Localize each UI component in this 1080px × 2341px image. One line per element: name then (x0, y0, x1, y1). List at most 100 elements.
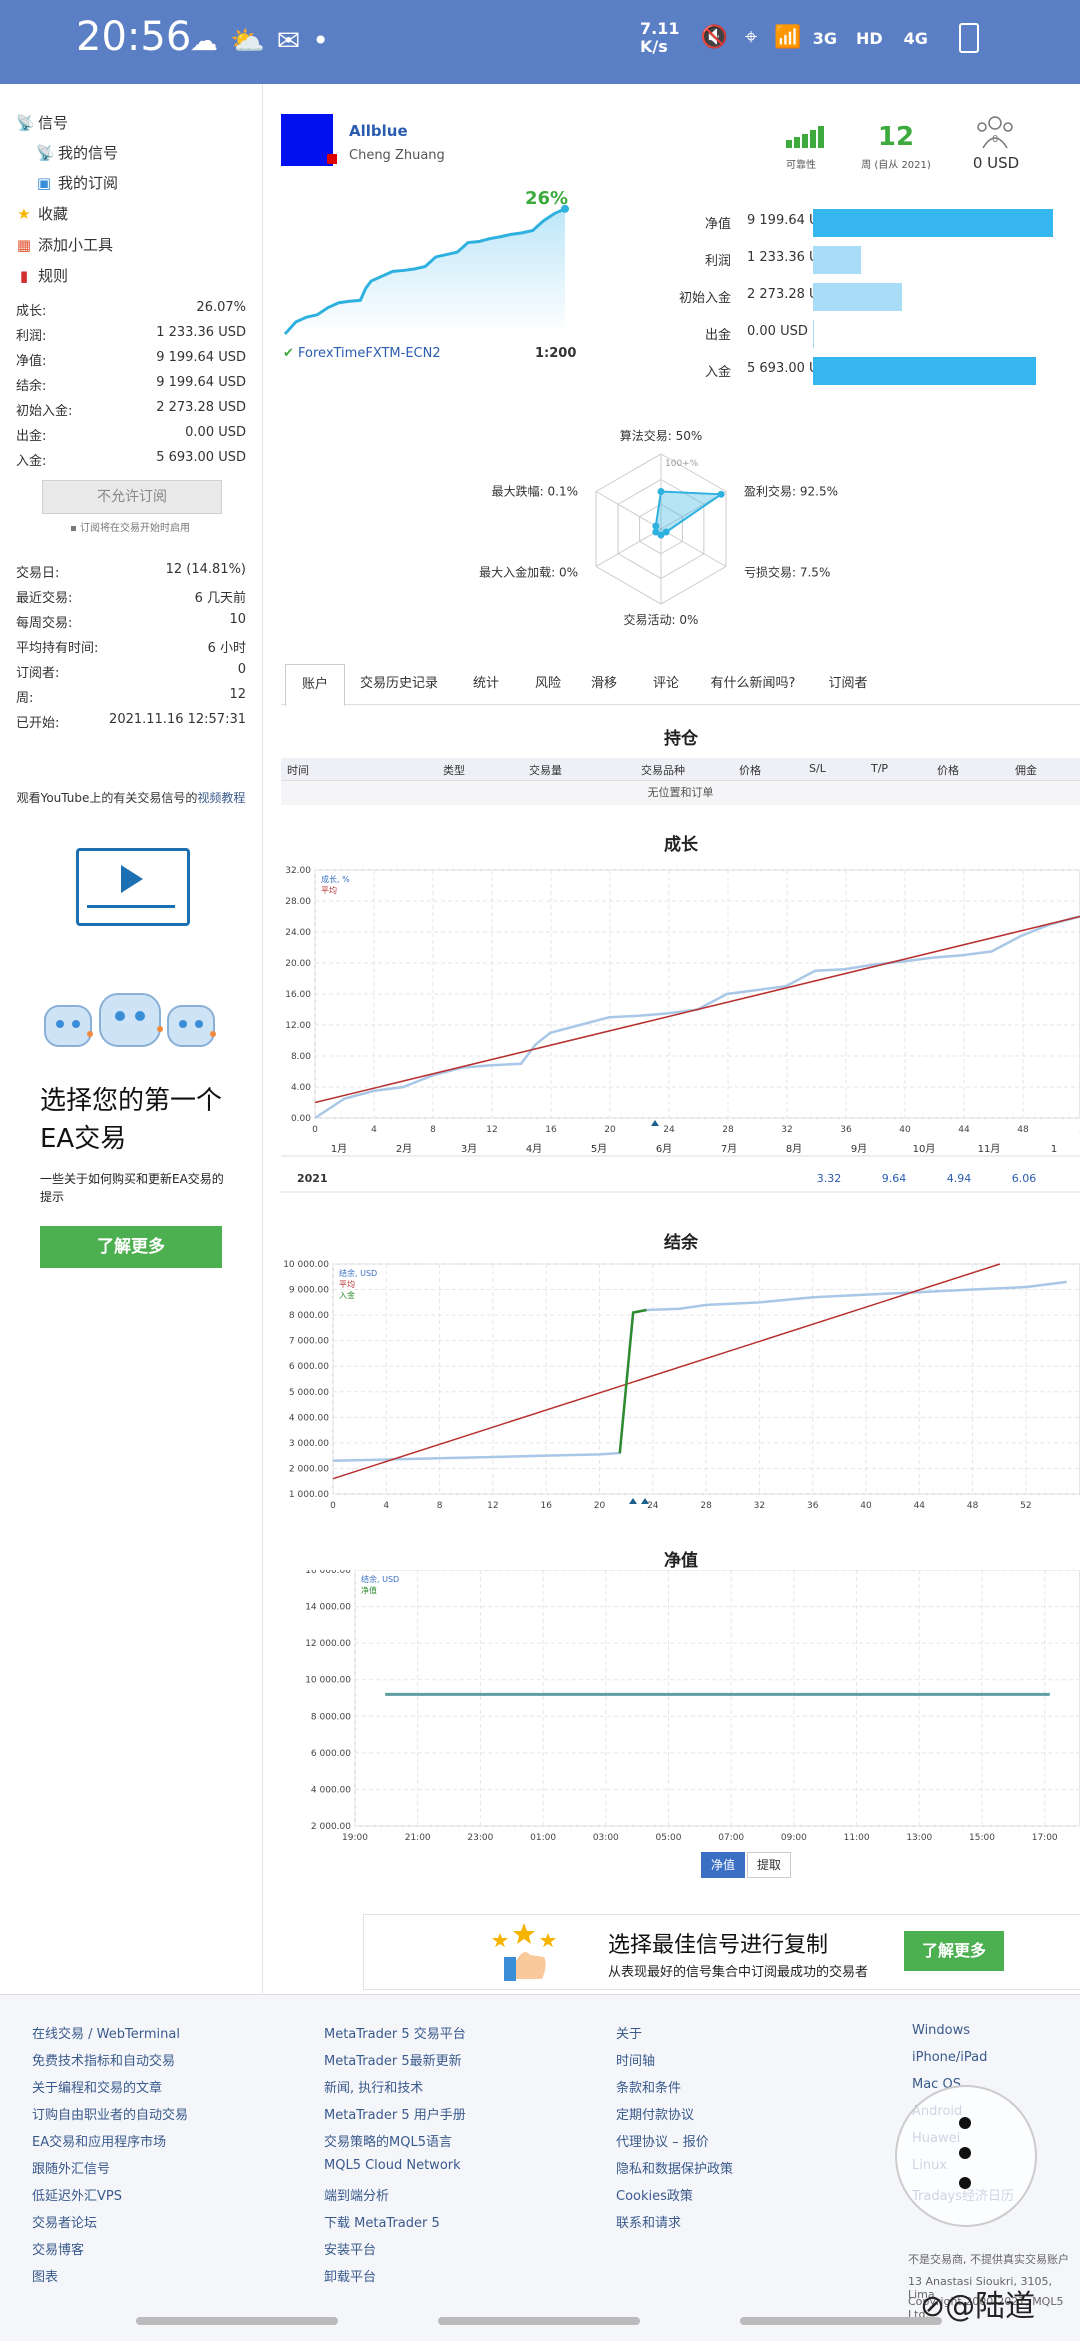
flag-icon (327, 154, 337, 164)
tab-1[interactable]: 交易历史记录 (349, 664, 449, 704)
chart-x-tick: 05:00 (656, 1833, 682, 1843)
footer-link[interactable]: iPhone/iPad (912, 2050, 987, 2065)
tab-3[interactable]: 风险 (523, 664, 573, 704)
summary-label: 入金 (704, 365, 731, 380)
footer-link[interactable]: 卸载平台 (324, 2266, 376, 2285)
footer-link[interactable]: MetaTrader 5 用户手册 (324, 2104, 466, 2123)
nav-pill-center[interactable] (438, 2317, 640, 2325)
sidebar-stat-row: 订阅者: 0 (16, 662, 246, 681)
nav-signals[interactable]: 📡 信号 (16, 112, 68, 133)
chart-y-tick: 16.00 (285, 990, 311, 1000)
footer-link[interactable]: 条款和条件 (616, 2077, 681, 2096)
tab-7[interactable]: 订阅者 (817, 664, 879, 704)
video-player-icon[interactable] (76, 848, 190, 926)
equity-toggle-button[interactable]: 净值 (701, 1852, 745, 1878)
chart-y-tick: 4.00 (291, 1083, 311, 1093)
reliability-label: 可靠性 (786, 160, 816, 171)
footer-link[interactable]: 关于 (616, 2023, 642, 2042)
nav-favorites[interactable]: ★ 收藏 (16, 203, 68, 224)
footer-link[interactable]: 订购自由职业者的自动交易 (32, 2104, 188, 2123)
growth-chart: 0.00 4.00 8.00 12.00 16.00 20.00 24.00 28.00 32.… (281, 854, 1080, 1155)
chart-x-tick: 01:00 (530, 1833, 556, 1843)
month-label: 7月 (721, 1143, 737, 1154)
chart-y-tick: 12 000.00 (305, 1639, 351, 1649)
footer-link[interactable]: 低延迟外汇VPS (32, 2185, 122, 2204)
footer-link[interactable]: Cookies政策 (616, 2185, 693, 2204)
radar-label: 盈利交易: 92.5% (744, 484, 838, 499)
nav-add-widget[interactable]: ▦ 添加小工具 (16, 234, 113, 255)
bookmark-icon: ▮ (19, 267, 29, 285)
tab-4[interactable]: 滑移 (581, 664, 627, 704)
subscribe-disabled-button[interactable]: 不允许订阅 (42, 480, 222, 514)
sidebar-stat-row: 入金: 5 693.00 USD (16, 450, 246, 469)
footer-link[interactable]: 端到端分析 (324, 2185, 389, 2204)
footer-link[interactable]: 在线交易 / WebTerminal (32, 2023, 180, 2042)
footer-link[interactable]: 新闻, 执行和技术 (324, 2077, 423, 2096)
mute-icon: 🔇 (700, 25, 728, 50)
chart-x-tick: 0 (330, 1501, 336, 1511)
footer-link[interactable]: 交易者论坛 (32, 2212, 97, 2231)
robots-illustration (40, 984, 220, 1064)
footer-link[interactable]: MQL5 Cloud Network (324, 2158, 461, 2173)
mini-growth-area (285, 208, 565, 334)
nav-pill-right[interactable] (740, 2317, 942, 2325)
summary-bar-fill (813, 320, 814, 348)
chart-x-tick: 20 (604, 1125, 616, 1135)
broker-server[interactable]: ✔ ForexTimeFXTM-ECN2 (283, 346, 441, 361)
subscribe-note: ▪ 订阅将在交易开始时启用 (70, 523, 190, 534)
signal-author[interactable]: Cheng Zhuang (349, 148, 445, 163)
promo-learn-more-button[interactable]: 了解更多 (40, 1226, 222, 1268)
footer-link[interactable]: MetaTrader 5最新更新 (324, 2050, 462, 2069)
stat-value: 12 (14.81%) (165, 562, 246, 577)
stat-value: 1 233.36 USD (156, 325, 246, 340)
chart-x-tick: 32 (754, 1501, 765, 1511)
footer-link[interactable]: 代理协议 – 报价 (616, 2131, 709, 2150)
nav-my-subscriptions[interactable]: ▣ 我的订阅 (36, 172, 118, 193)
footer-link[interactable]: 定期付款协议 (616, 2104, 694, 2123)
footer-link[interactable]: EA交易和应用程序市场 (32, 2131, 166, 2150)
footer-link[interactable]: 隐私和数据保护政策 (616, 2158, 733, 2177)
month-value: 4.94 (947, 1172, 972, 1185)
chart-x-tick: 12 (486, 1125, 497, 1135)
footer-link[interactable]: 时间轴 (616, 2050, 655, 2069)
footer-link[interactable]: 免费技术指标和自动交易 (32, 2050, 175, 2069)
banner-learn-more-button[interactable]: 了解更多 (904, 1931, 1004, 1971)
chart-x-tick: 48 (1017, 1125, 1029, 1135)
nav-my-signals[interactable]: 📡 我的信号 (36, 142, 118, 163)
footer-link[interactable]: Windows (912, 2023, 970, 2038)
footer-link[interactable]: 安装平台 (324, 2239, 376, 2258)
chart-y-tick: 10 000.00 (283, 1260, 329, 1270)
dot-icon (959, 2117, 971, 2129)
footer-link[interactable]: 关于编程和交易的文章 (32, 2077, 162, 2096)
chart-x-tick: 28 (700, 1501, 712, 1511)
footer-link[interactable]: 图表 (32, 2266, 58, 2285)
video-tutorial-link[interactable]: 视频教程 (197, 791, 245, 805)
signal-avatar (281, 114, 333, 166)
stat-value: 6 小时 (207, 641, 246, 656)
chart-y-tick: 8 000.00 (289, 1311, 329, 1321)
tab-6[interactable]: 有什么新闻吗? (699, 664, 807, 704)
footer-link[interactable]: 交易博客 (32, 2239, 84, 2258)
location-icon: ⌖ (744, 25, 758, 50)
floating-assist-ball[interactable] (895, 2085, 1037, 2227)
signal-icon: 📡 (16, 114, 35, 132)
tab-5[interactable]: 评论 (643, 664, 689, 704)
withdraw-toggle-button[interactable]: 提取 (747, 1852, 791, 1878)
footer-link[interactable]: 跟随外汇信号 (32, 2158, 110, 2177)
tab-2[interactable]: 统计 (459, 664, 513, 704)
nav-rules[interactable]: ▮ 规则 (16, 265, 68, 286)
footer-link[interactable]: 下载 MetaTrader 5 (324, 2212, 440, 2231)
radar-point (652, 522, 660, 530)
chart-x-tick: 40 (860, 1501, 872, 1511)
footer-link[interactable]: MetaTrader 5 交易平台 (324, 2023, 466, 2042)
month-label: 1 (1051, 1144, 1057, 1154)
nav-pill-left[interactable] (136, 2317, 338, 2325)
chart-y-tick: 14 000.00 (305, 1603, 351, 1613)
status-time: 20:56 (76, 14, 192, 60)
tab-0[interactable]: 账户 (285, 664, 345, 707)
footer-link[interactable]: 联系和请求 (616, 2212, 681, 2231)
month-label: 3月 (461, 1143, 477, 1154)
footer-link[interactable]: 交易策略的MQL5语言 (324, 2131, 452, 2150)
signal-name[interactable]: Allblue (349, 122, 408, 140)
chart-x-tick: 09:00 (781, 1833, 807, 1843)
